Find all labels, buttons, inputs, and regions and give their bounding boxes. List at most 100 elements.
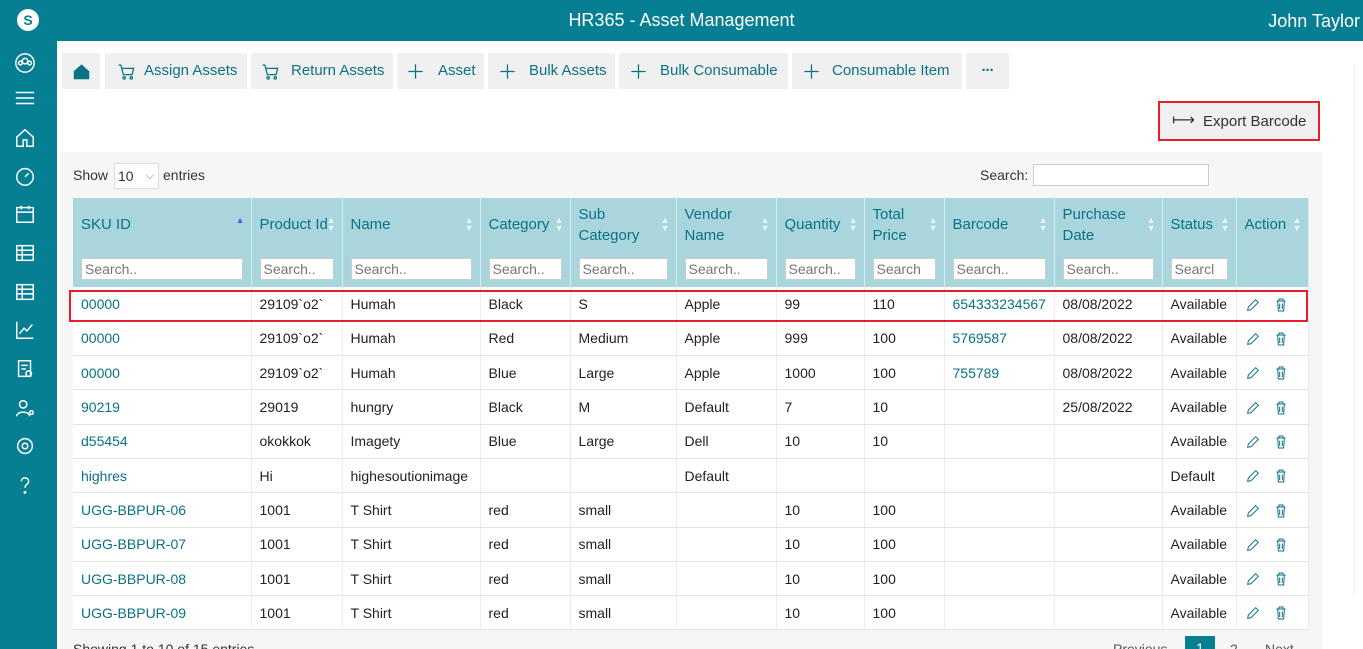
- delete-icon[interactable]: [1273, 330, 1289, 346]
- next-page-button[interactable]: Next: [1265, 641, 1294, 649]
- column-header[interactable]: Product Id ▲ ▼: [251, 198, 343, 251]
- table-cell[interactable]: UGG-BBPUR-07: [73, 527, 252, 562]
- table-cell[interactable]: 755789: [944, 355, 1055, 391]
- column-search-input[interactable]: [784, 258, 856, 280]
- column-header[interactable]: Action ▲ ▼: [1236, 198, 1309, 251]
- table-cell: 110: [864, 287, 945, 322]
- chart-icon[interactable]: [14, 319, 38, 343]
- column-search-input[interactable]: [81, 258, 243, 280]
- edit-icon[interactable]: [1245, 433, 1261, 450]
- table-cell: [676, 527, 777, 562]
- search-label: Search:: [980, 167, 1029, 183]
- column-header-label: Action: [1244, 216, 1287, 233]
- column-header[interactable]: Category ▲ ▼: [480, 198, 571, 251]
- column-header[interactable]: SKU ID ▲: [73, 198, 252, 251]
- column-header[interactable]: Name ▲ ▼: [342, 198, 481, 251]
- table-cell[interactable]: 00000: [73, 355, 252, 391]
- export-barcode-button[interactable]: ⟼ Export Barcode: [1158, 101, 1320, 141]
- dashboard-icon[interactable]: [14, 165, 38, 189]
- table-cell[interactable]: UGG-BBPUR-06: [73, 492, 252, 528]
- edit-icon[interactable]: [1245, 295, 1261, 312]
- consumable-item-button[interactable]: Consumable Item: [792, 53, 962, 89]
- bulk-assets-button[interactable]: Bulk Assets: [488, 53, 615, 89]
- bulk-consumable-button[interactable]: Bulk Consumable: [619, 53, 788, 89]
- edit-icon[interactable]: [1245, 501, 1261, 518]
- column-header[interactable]: Status ▲ ▼: [1162, 198, 1237, 251]
- table-cell: 7: [776, 389, 865, 425]
- table-cell[interactable]: [944, 561, 1055, 597]
- table-cell[interactable]: 00000: [73, 287, 252, 322]
- table-cell[interactable]: 5769587: [944, 321, 1055, 357]
- column-search-input[interactable]: [872, 258, 936, 280]
- delete-icon[interactable]: [1273, 570, 1289, 586]
- delete-icon[interactable]: [1273, 295, 1289, 312]
- entries-select[interactable]: 10 ⌵: [114, 163, 159, 189]
- app-title: HR365 - Asset Management: [568, 10, 795, 30]
- edit-icon[interactable]: [1245, 467, 1261, 484]
- table-icon[interactable]: [14, 242, 38, 266]
- table-cell[interactable]: UGG-BBPUR-08: [73, 561, 252, 597]
- page-1-button[interactable]: 1: [1185, 636, 1215, 649]
- page-2-button[interactable]: 2: [1230, 641, 1238, 649]
- user-name[interactable]: John Taylor: [1268, 11, 1360, 32]
- table-cell[interactable]: UGG-BBPUR-09: [73, 595, 252, 631]
- table-cell[interactable]: [944, 492, 1055, 528]
- edit-icon[interactable]: [1245, 330, 1261, 347]
- delete-icon[interactable]: [1273, 604, 1289, 620]
- column-header[interactable]: Quantity ▲ ▼: [776, 198, 865, 251]
- column-search-input[interactable]: [488, 258, 562, 280]
- delete-icon[interactable]: [1273, 398, 1289, 415]
- edit-icon[interactable]: [1245, 536, 1261, 553]
- delete-icon[interactable]: [1273, 501, 1289, 518]
- team-icon[interactable]: [14, 52, 38, 76]
- column-header[interactable]: Total Price ▲ ▼: [864, 198, 945, 251]
- column-search-input[interactable]: [350, 258, 472, 280]
- column-header[interactable]: Sub Category ▲ ▼: [570, 198, 677, 251]
- column-header[interactable]: Purchase Date ▲ ▼: [1054, 198, 1163, 251]
- home-button[interactable]: [62, 53, 100, 89]
- delete-icon[interactable]: [1273, 433, 1289, 449]
- main-content: Assign Assets Return Assets Asset Bulk A…: [57, 41, 1363, 649]
- column-search-input[interactable]: [1170, 258, 1228, 280]
- vertical-scrollbar[interactable]: [1354, 64, 1363, 596]
- column-search-input[interactable]: [259, 258, 334, 280]
- table-cell[interactable]: [944, 424, 1055, 459]
- calendar-icon[interactable]: [14, 203, 38, 227]
- global-search-input[interactable]: [1033, 164, 1209, 186]
- table-cell[interactable]: [944, 458, 1055, 494]
- home-icon[interactable]: [14, 127, 38, 151]
- table-cell[interactable]: 00000: [73, 321, 252, 357]
- edit-icon[interactable]: [1245, 398, 1261, 415]
- edit-icon[interactable]: [1245, 604, 1261, 621]
- delete-icon[interactable]: [1273, 364, 1289, 380]
- column-search-input[interactable]: [684, 258, 768, 280]
- table-cell[interactable]: 654333234567: [944, 287, 1055, 322]
- gear-icon[interactable]: [14, 435, 38, 459]
- add-asset-button[interactable]: Asset: [397, 53, 484, 89]
- assign-assets-button[interactable]: Assign Assets: [105, 53, 247, 89]
- previous-page-button[interactable]: Previous: [1113, 641, 1167, 649]
- table-cell[interactable]: 90219: [73, 389, 252, 425]
- column-search-input[interactable]: [578, 258, 668, 280]
- help-icon[interactable]: [14, 474, 38, 498]
- table-cell[interactable]: [944, 389, 1055, 425]
- grid-icon[interactable]: [14, 281, 38, 305]
- edit-icon[interactable]: [1245, 570, 1261, 587]
- table-header-row: SKU ID ▲ Product Id ▲ ▼ Name ▲ ▼ Category ▲ ▼ Sub C…: [73, 198, 1309, 251]
- column-search-input[interactable]: [1062, 258, 1154, 280]
- return-assets-button[interactable]: Return Assets: [251, 53, 393, 89]
- delete-icon[interactable]: [1273, 536, 1289, 552]
- table-cell[interactable]: [944, 595, 1055, 631]
- table-cell[interactable]: highres: [73, 458, 252, 494]
- column-header[interactable]: Barcode ▲ ▼: [944, 198, 1055, 251]
- report-icon[interactable]: [14, 358, 38, 382]
- menu-icon[interactable]: [14, 87, 38, 111]
- table-cell[interactable]: [944, 527, 1055, 562]
- table-cell[interactable]: d55454: [73, 424, 252, 459]
- column-header[interactable]: Vendor Name ▲ ▼: [676, 198, 777, 251]
- column-search-input[interactable]: [952, 258, 1046, 280]
- more-options-button[interactable]: ···: [966, 53, 1009, 89]
- edit-icon[interactable]: [1245, 364, 1261, 381]
- user-settings-icon[interactable]: [14, 397, 38, 421]
- delete-icon[interactable]: [1273, 467, 1289, 483]
